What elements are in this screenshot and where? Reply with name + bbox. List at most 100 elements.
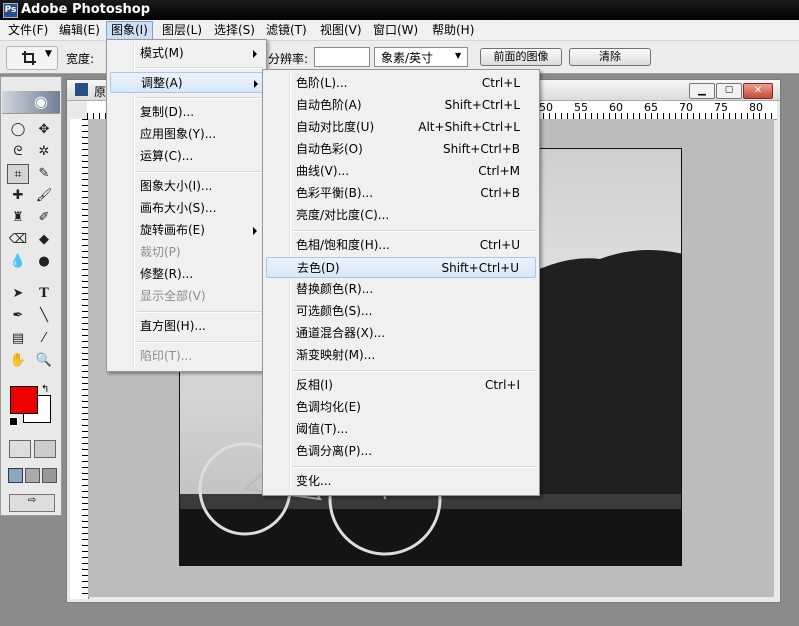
menu-bar: 文件(F) 编辑(E) 图象(I) 图层(L) 选择(S) 滤镜(T) 视图(V…: [0, 20, 799, 41]
jump-to-imageready-icon[interactable]: ⇨: [9, 494, 55, 512]
marquee-tool-icon[interactable]: ◯: [7, 120, 29, 140]
foreground-color-swatch[interactable]: [10, 386, 38, 414]
magic-wand-icon[interactable]: ✲: [33, 142, 55, 162]
screen-mode-full-menu-icon[interactable]: [25, 468, 40, 483]
adjust-submenu: 色阶(L)... Ctrl+L 自动色阶(A) Shift+Ctrl+L 自动对比度…: [262, 69, 540, 496]
menu-item-desaturate[interactable]: 去色(D) Shift+Ctrl+U: [266, 257, 536, 278]
swap-colors-icon[interactable]: ↰: [41, 384, 49, 395]
resolution-label: 分辨率:: [268, 52, 309, 66]
menu-item-trap: 陷印(T)...: [140, 349, 193, 363]
history-brush-icon[interactable]: ✐: [33, 208, 55, 228]
screen-mode-full-icon[interactable]: [42, 468, 57, 483]
default-colors-icon[interactable]: [9, 417, 18, 426]
eraser-tool-icon[interactable]: ⌫: [7, 230, 29, 250]
menu-item-duplicate[interactable]: 复制(D)...: [110, 102, 263, 123]
menu-item-curves[interactable]: 曲线(V)... Ctrl+M: [266, 161, 536, 182]
vertical-ruler: [70, 119, 89, 599]
ruler-tick: 70: [679, 101, 693, 114]
crop-icon: [22, 51, 36, 65]
quick-mask-icon[interactable]: [34, 440, 56, 458]
title-bar: Ps Adobe Photoshop: [0, 0, 799, 20]
tool-preset-picker[interactable]: ▼: [6, 46, 58, 70]
healing-brush-icon[interactable]: ✚: [7, 186, 29, 206]
menu-item-auto-levels[interactable]: 自动色阶(A) Shift+Ctrl+L: [266, 95, 536, 116]
menu-item-equalize[interactable]: 色调均化(E): [266, 397, 536, 418]
move-tool-icon[interactable]: ✥: [33, 120, 55, 140]
menu-item-levels[interactable]: 色阶(L)... Ctrl+L: [266, 73, 536, 94]
menu-item-brightness-contrast[interactable]: 亮度/对比度(C)...: [266, 205, 536, 226]
zoom-tool-icon[interactable]: 🔍: [33, 351, 55, 371]
menu-item-crop: 裁切(P): [140, 245, 181, 259]
resolution-input[interactable]: [314, 47, 370, 67]
menu-image[interactable]: 图象(I): [106, 21, 153, 41]
menu-item-selective-color[interactable]: 可选颜色(S)...: [266, 301, 536, 322]
path-select-icon[interactable]: ➤: [7, 284, 29, 304]
menu-item-calculations[interactable]: 运算(C)...: [110, 146, 263, 167]
ruler-tick: 65: [644, 101, 658, 114]
document-title: 原: [94, 85, 107, 99]
menu-item-color-balance[interactable]: 色彩平衡(B)... Ctrl+B: [266, 183, 536, 204]
hand-tool-icon[interactable]: ✋: [7, 351, 29, 371]
brush-tool-icon[interactable]: 🖌: [33, 186, 55, 206]
slice-tool-icon[interactable]: ✎: [33, 164, 55, 184]
toolbox-header-logo[interactable]: ◉: [2, 91, 60, 114]
crop-tool-icon[interactable]: ⌗: [7, 164, 29, 184]
menu-item-replace-color[interactable]: 替换颜色(R)...: [266, 279, 536, 300]
menu-item-gradient-map[interactable]: 渐变映射(M)...: [266, 345, 536, 366]
menu-view[interactable]: 视图(V): [316, 21, 366, 39]
image-menu: 模式(M) 调整(A) 复制(D)... 应用图象(Y)... 运算(C)...…: [106, 39, 267, 372]
menu-item-auto-color[interactable]: 自动色彩(O) Shift+Ctrl+B: [266, 139, 536, 160]
ruler-tick: 60: [609, 101, 623, 114]
notes-tool-icon[interactable]: ▤: [7, 329, 29, 349]
menu-window[interactable]: 窗口(W): [369, 21, 422, 39]
menu-item-image-size[interactable]: 图象大小(I)...: [110, 176, 263, 197]
window-title: Adobe Photoshop: [21, 2, 151, 17]
menu-item-canvas-size[interactable]: 画布大小(S)...: [110, 198, 263, 219]
lasso-tool-icon[interactable]: ᘓ: [7, 142, 29, 162]
type-tool-icon[interactable]: T: [33, 284, 55, 304]
resolution-unit-select[interactable]: 象素/英寸 ▼: [374, 47, 468, 67]
paint-bucket-icon[interactable]: ◆: [33, 230, 55, 250]
resolution-unit-value: 象素/英寸: [381, 51, 434, 65]
menu-layer[interactable]: 图层(L): [158, 21, 206, 39]
menu-filter[interactable]: 滤镜(T): [262, 21, 311, 39]
ruler-tick: 50: [539, 101, 553, 114]
maximize-button[interactable]: ▢: [716, 83, 742, 99]
photoshop-app-icon: Ps: [3, 3, 18, 18]
ruler-tick: 80: [749, 101, 763, 114]
front-image-button[interactable]: 前面的图像: [480, 48, 562, 66]
menu-item-adjust[interactable]: 调整(A): [110, 72, 263, 93]
menu-item-mode[interactable]: 模式(M): [110, 43, 263, 64]
menu-edit[interactable]: 编辑(E): [55, 21, 104, 39]
menu-select[interactable]: 选择(S): [210, 21, 259, 39]
menu-item-histogram[interactable]: 直方图(H)...: [110, 316, 263, 337]
menu-item-trim[interactable]: 修整(R)...: [110, 264, 263, 285]
menu-item-rotate-canvas[interactable]: 旋转画布(E): [110, 220, 263, 241]
menu-item-threshold[interactable]: 阈值(T)...: [266, 419, 536, 440]
blur-tool-icon[interactable]: 💧: [7, 252, 29, 272]
standard-mode-icon[interactable]: [9, 440, 31, 458]
dodge-tool-icon[interactable]: ●: [33, 252, 55, 272]
ruler-tick: 75: [714, 101, 728, 114]
clear-button[interactable]: 清除: [569, 48, 651, 66]
menu-item-apply-image[interactable]: 应用图象(Y)...: [110, 124, 263, 145]
close-button[interactable]: ✕: [743, 83, 773, 99]
eye-logo-icon: ◉: [34, 92, 48, 111]
menu-item-reveal-all: 显示全部(V): [140, 289, 206, 303]
line-tool-icon[interactable]: ╲: [33, 306, 55, 326]
toolbox: ◉ ◯ ✥ ᘓ ✲ ⌗ ✎ ✚ 🖌 ♜ ✐ ⌫ ◆ 💧 ● ➤ T ✒ ╲ ▤ …: [0, 76, 62, 516]
menu-file[interactable]: 文件(F): [4, 21, 52, 39]
menu-item-posterize[interactable]: 色调分离(P)...: [266, 441, 536, 462]
menu-item-channel-mixer[interactable]: 通道混合器(X)...: [266, 323, 536, 344]
menu-item-invert[interactable]: 反相(I) Ctrl+I: [266, 375, 536, 396]
menu-help[interactable]: 帮助(H): [428, 21, 478, 39]
screen-mode-standard-icon[interactable]: [8, 468, 23, 483]
minimize-button[interactable]: ▁: [689, 83, 715, 99]
width-label: 宽度:: [66, 52, 95, 66]
pen-tool-icon[interactable]: ✒: [7, 306, 29, 326]
menu-item-hue-saturation[interactable]: 色相/饱和度(H)... Ctrl+U: [266, 235, 536, 256]
clone-stamp-icon[interactable]: ♜: [7, 208, 29, 228]
eyedropper-icon[interactable]: ⁄: [33, 329, 55, 349]
menu-item-auto-contrast[interactable]: 自动对比度(U) Alt+Shift+Ctrl+L: [266, 117, 536, 138]
menu-item-variations[interactable]: 变化...: [266, 471, 536, 492]
